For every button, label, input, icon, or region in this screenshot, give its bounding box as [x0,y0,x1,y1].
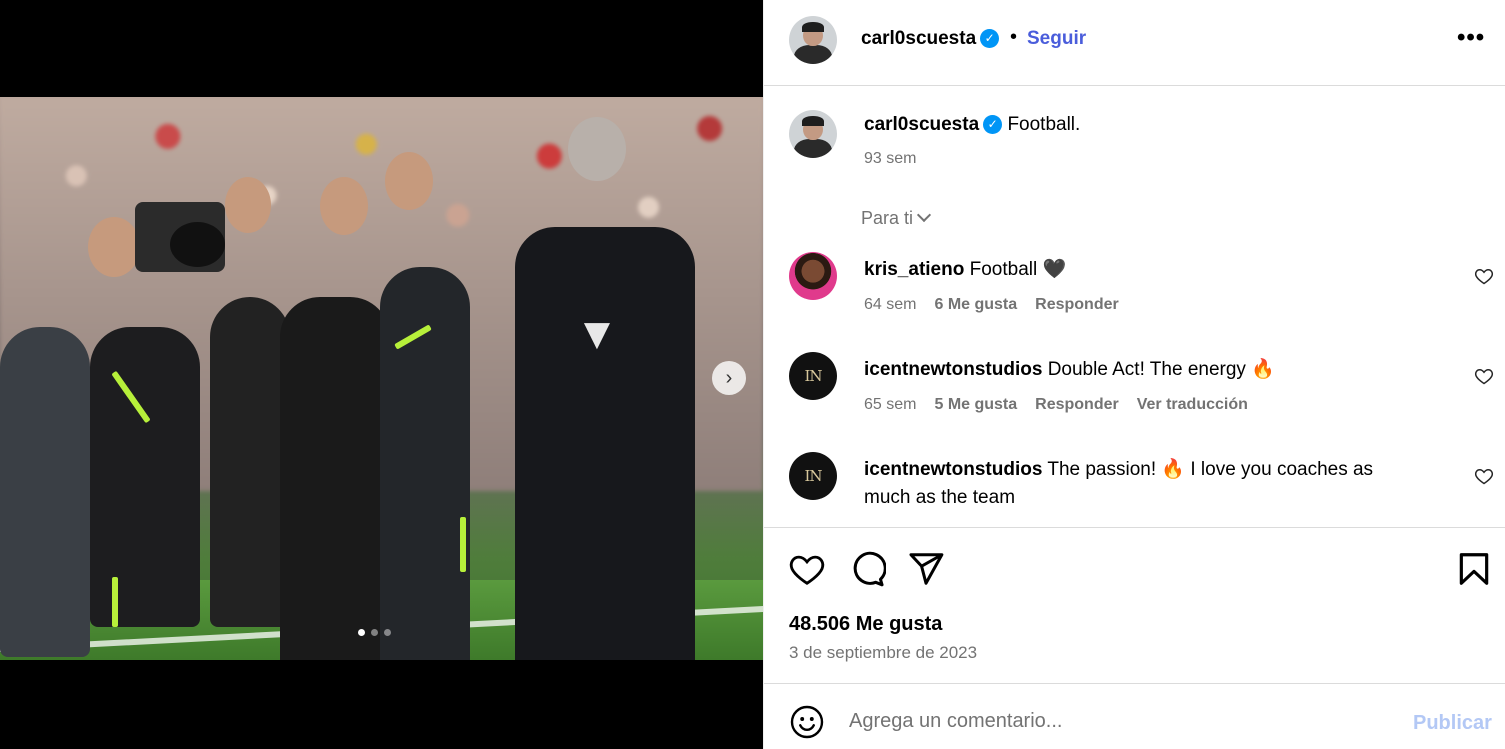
translate-button[interactable]: Ver traducción [1137,396,1248,414]
chevron-right-icon: › [725,367,733,389]
comments-list[interactable]: carl0scuesta ✓ Football. 93 sem Para ti k… [764,86,1505,527]
author-avatar[interactable] [789,16,837,64]
figure-celebrating [90,327,200,627]
comment-body: icentnewtonstudios The passion! 🔥 I love… [864,456,1424,512]
figure-cameraman [210,297,290,627]
chevron-down-icon [916,207,932,223]
heart-icon[interactable] [788,550,826,588]
comment-time: 65 sem [864,396,917,413]
comment-likes[interactable]: 5 Me gusta [934,396,1017,414]
camera-lens [170,222,225,267]
commenter-username[interactable]: icentnewtonstudios [864,359,1042,380]
kit-stripe [112,577,118,627]
caption-time: 93 sem [864,150,917,167]
carousel-next-button[interactable]: › [712,361,746,395]
comment-meta: 65 sem 5 Me gusta Responder Ver traducci… [864,396,1248,414]
comment-input[interactable] [849,706,1389,736]
post-actions: 48.506 Me gusta 3 de septiembre de 2023 [764,527,1505,684]
carousel-dot-active [358,629,365,636]
author-username[interactable]: carl0scuesta [861,28,976,49]
figure-referee [515,227,695,660]
head-5 [225,177,271,233]
comment-filter-dropdown[interactable]: Para ti [861,207,932,229]
carousel-dot [371,629,378,636]
head-4 [568,117,626,181]
reply-button[interactable]: Responder [1035,296,1119,314]
figure-coach [280,297,390,660]
comment-icon[interactable] [848,550,886,588]
likes-count[interactable]: 48.506 Me gusta [789,613,942,636]
comment-heart-icon[interactable] [1474,466,1494,486]
caption: carl0scuesta ✓ Football. [864,114,1080,136]
comment-meta: 64 sem 6 Me gusta Responder [864,296,1119,314]
carousel-dots [358,629,391,636]
comment-body: kris_atieno Football 🖤 [864,256,1424,284]
commenter-username[interactable]: icentnewtonstudios [864,459,1042,480]
post-date: 3 de septiembre de 2023 [789,643,978,662]
commenter-avatar[interactable]: IN [789,452,837,500]
media-pane: ▼ › [0,0,763,749]
comment-filter-label: Para ti [861,208,914,228]
head-2 [320,177,368,235]
comment-heart-icon[interactable] [1474,266,1494,286]
post-sidebar: carl0scuesta ✓ • Seguir ••• carl0scuesta ✓… [763,0,1505,749]
verified-badge-icon: ✓ [983,115,1003,134]
comment-likes[interactable]: 6 Me gusta [934,296,1017,314]
carousel-dot [384,629,391,636]
head-3 [385,152,433,210]
reply-button[interactable]: Responder [1035,396,1119,414]
verified-badge-icon: ✓ [980,29,1000,48]
caption-avatar[interactable] [789,110,837,158]
post-photo[interactable]: ▼ [0,97,763,660]
commenter-avatar[interactable]: IN [789,352,837,400]
referee-logo-icon: ▼ [583,314,611,354]
follow-button[interactable]: Seguir [1027,28,1086,50]
header-separator: • [1010,26,1018,48]
bookmark-icon[interactable] [1455,550,1493,588]
caption-text: Football. [1007,114,1081,135]
commenter-avatar[interactable] [789,252,837,300]
smiley-icon[interactable] [789,704,825,740]
more-options-icon[interactable]: ••• [1457,24,1485,52]
comment-time: 64 sem [864,296,917,313]
commenter-username[interactable]: kris_atieno [864,259,964,280]
comment-text: Double Act! The energy 🔥 [1047,359,1275,380]
comment-text: Football 🖤 [969,259,1067,280]
comment-body: icentnewtonstudios Double Act! The energ… [864,356,1424,384]
author-name-block: carl0scuesta ✓ [861,28,1000,50]
publish-button[interactable]: Publicar [1413,712,1492,735]
kit-stripe [460,517,466,572]
post-header: carl0scuesta ✓ • Seguir ••• [764,0,1505,86]
comment-heart-icon[interactable] [1474,366,1494,386]
head-1 [88,217,140,277]
paper-plane-icon[interactable] [907,550,945,588]
comment-composer: Publicar [764,684,1505,749]
figure-left [0,327,90,657]
caption-username[interactable]: carl0scuesta [864,114,979,135]
